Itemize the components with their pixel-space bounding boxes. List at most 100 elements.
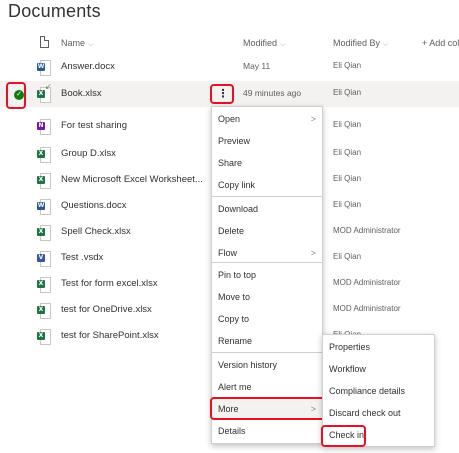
file-name[interactable]: Test for form excel.xlsx xyxy=(61,278,158,289)
menu-item-label: Alert me xyxy=(218,382,252,392)
submenu-item-properties[interactable]: Properties xyxy=(323,336,434,358)
file-type-badge: W xyxy=(37,202,45,210)
menu-item-label: Download xyxy=(218,204,259,214)
menu-item-rename[interactable]: Rename xyxy=(212,330,322,352)
file-modified-by: Eli Qian xyxy=(333,200,362,209)
file-name[interactable]: Questions.docx xyxy=(61,200,126,211)
file-name[interactable]: Answer.docx xyxy=(61,61,115,72)
file-type-icon xyxy=(40,36,49,48)
menu-item-label: Copy to xyxy=(218,314,250,324)
annotation-highlight-check-in xyxy=(321,425,366,447)
table-row[interactable]: W Answer.docx May 11 Eli Qian xyxy=(0,54,459,80)
menu-item-copy-link[interactable]: Copy link xyxy=(212,174,322,196)
file-name[interactable]: For test sharing xyxy=(61,120,127,131)
file-name[interactable]: New Microsoft Excel Worksheet... xyxy=(61,174,203,185)
column-header-name[interactable]: Name ⌵ xyxy=(61,38,93,49)
chevron-down-icon: ⌵ xyxy=(383,41,389,48)
menu-item-move-to[interactable]: Move to xyxy=(212,286,322,308)
file-modified-by: Eli Qian xyxy=(333,120,362,129)
menu-item-pin-to-top[interactable]: Pin to top xyxy=(212,264,322,286)
annotation-highlight-checkbox xyxy=(6,82,26,109)
menu-item-label: Pin to top xyxy=(218,270,257,280)
file-name[interactable]: Spell Check.xlsx xyxy=(61,226,131,237)
file-type-badge: N xyxy=(37,122,45,130)
submenu-item-workflow[interactable]: Workflow xyxy=(323,358,434,380)
menu-item-preview[interactable]: Preview xyxy=(212,130,322,152)
file-name[interactable]: test for SharePoint.xlsx xyxy=(61,330,159,341)
one-file-icon: N xyxy=(37,119,51,135)
menu-item-label: Delete xyxy=(218,226,245,236)
context-menu: Open > Preview Share Copy link Download Delete… xyxy=(211,106,323,444)
menu-divider xyxy=(212,352,322,353)
menu-item-label: Details xyxy=(218,426,246,436)
file-name[interactable]: test for OneDrive.xlsx xyxy=(61,304,152,315)
menu-item-label: Move to xyxy=(218,292,251,302)
submenu-item-compliance-details[interactable]: Compliance details xyxy=(323,380,434,402)
file-modified-by: MOD Administrator xyxy=(333,278,401,287)
menu-item-alert-me[interactable]: Alert me xyxy=(212,376,322,398)
chevron-right-icon: > xyxy=(310,114,316,124)
file-modified-by: Eli Qian xyxy=(333,174,362,183)
file-modified: May 11 xyxy=(243,61,271,71)
annotation-highlight-more xyxy=(210,397,326,420)
submenu-item-discard-check-out[interactable]: Discard check out xyxy=(323,402,434,424)
excel-file-icon: X xyxy=(37,277,51,293)
menu-item-share[interactable]: Share xyxy=(212,152,322,174)
file-type-badge: X xyxy=(37,306,45,314)
file-type-badge: V xyxy=(37,254,45,262)
file-type-badge: X xyxy=(37,228,45,236)
menu-item-label: Rename xyxy=(218,336,253,346)
menu-item-label: Version history xyxy=(218,360,278,370)
menu-item-details[interactable]: Details xyxy=(212,420,322,442)
file-modified: 49 minutes ago xyxy=(243,88,302,98)
visio-file-icon: V xyxy=(37,251,51,267)
column-header-modified[interactable]: Modified ⌵ xyxy=(243,38,285,49)
menu-item-copy-to[interactable]: Copy to xyxy=(212,308,322,330)
file-name[interactable]: Group D.xlsx xyxy=(61,148,116,159)
word-file-icon: W xyxy=(37,60,51,76)
excel-file-icon: X xyxy=(37,147,51,163)
menu-item-delete[interactable]: Delete xyxy=(212,220,322,242)
menu-item-version-history[interactable]: Version history xyxy=(212,354,322,376)
file-type-badge: X xyxy=(37,280,45,288)
menu-item-download[interactable]: Download xyxy=(212,198,322,220)
chevron-down-icon: ⌵ xyxy=(280,41,286,48)
file-modified-by: Eli Qian xyxy=(333,148,362,157)
menu-divider xyxy=(212,196,322,197)
file-modified-by: Eli Qian xyxy=(333,61,362,70)
menu-item-flow[interactable]: Flow > xyxy=(212,242,322,264)
menu-item-label: Properties xyxy=(329,342,371,352)
checked-out-icon: ↙ xyxy=(45,82,52,91)
file-type-badge: X xyxy=(37,90,45,98)
file-name[interactable]: Book.xlsx xyxy=(61,88,102,99)
menu-item-label: Workflow xyxy=(329,364,366,374)
menu-item-label: Discard check out xyxy=(329,408,401,418)
file-type-badge: X xyxy=(37,150,45,158)
page-title: Documents xyxy=(8,1,101,21)
annotation-highlight-more-actions xyxy=(210,84,234,104)
file-type-badge: X xyxy=(37,332,45,340)
menu-item-label: Flow xyxy=(218,248,238,258)
file-modified-by: MOD Administrator xyxy=(333,226,401,235)
file-modified-by: Eli Qian xyxy=(333,88,362,97)
menu-item-label: Share xyxy=(218,158,243,168)
menu-item-label: Compliance details xyxy=(329,386,406,396)
file-name[interactable]: Test .vsdx xyxy=(61,252,103,263)
excel-file-icon: X xyxy=(37,173,51,189)
file-type-badge: W xyxy=(37,63,45,71)
menu-item-label: Preview xyxy=(218,136,251,146)
file-modified-by: Eli Qian xyxy=(333,252,362,261)
excel-file-icon: X xyxy=(37,303,51,319)
chevron-down-icon: ⌵ xyxy=(88,41,94,48)
add-column-button[interactable]: + Add colu xyxy=(422,38,459,48)
file-type-badge: X xyxy=(37,176,45,184)
word-file-icon: W xyxy=(37,199,51,215)
chevron-right-icon: > xyxy=(310,248,316,258)
excel-file-icon: X xyxy=(37,225,51,241)
column-header-modified-by[interactable]: Modified By ⌵ xyxy=(333,38,388,49)
menu-item-open[interactable]: Open > xyxy=(212,108,322,130)
menu-item-label: Open xyxy=(218,114,241,124)
menu-item-label: Copy link xyxy=(218,180,256,190)
file-modified-by: MOD Administrator xyxy=(333,304,401,313)
excel-file-icon: X xyxy=(37,329,51,345)
